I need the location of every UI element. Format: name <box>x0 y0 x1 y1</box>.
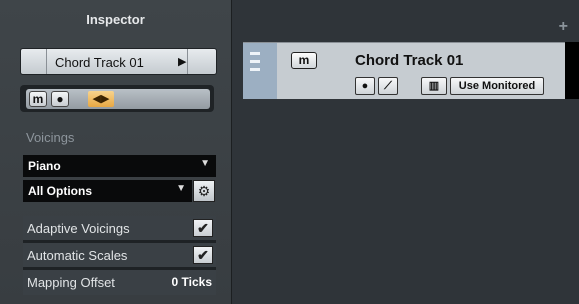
options-select-value: All Options <box>28 184 92 198</box>
voicing-select-value: Piano <box>28 159 61 173</box>
add-track-icon[interactable]: + <box>559 18 568 36</box>
record-button[interactable]: ● <box>51 91 69 107</box>
track-mute-button[interactable]: m <box>291 52 317 69</box>
mapping-offset-value[interactable]: 0 Ticks <box>172 275 212 289</box>
option-label: Adaptive Voicings <box>27 221 130 236</box>
option-adaptive-voicings[interactable]: Adaptive Voicings ✔ <box>23 216 216 240</box>
voicing-select[interactable]: Piano ▼ <box>23 155 216 177</box>
adaptive-voicings-checkbox[interactable]: ✔ <box>193 219 213 237</box>
option-label: Mapping Offset <box>27 275 115 290</box>
track-name: Chord Track 01 <box>355 52 464 69</box>
mute-button[interactable]: m <box>29 91 47 107</box>
gear-icon[interactable]: ⚙ <box>193 180 215 202</box>
caret-down-icon: ▼ <box>176 183 186 194</box>
header-left-segment[interactable] <box>21 49 47 74</box>
speaker-icon[interactable]: ◀▶ <box>88 91 114 107</box>
automatic-scales-checkbox[interactable]: ✔ <box>193 246 213 264</box>
voicings-section-label: Voicings <box>26 130 75 145</box>
track-color-strip[interactable]: ▬ ▬ ▬ <box>243 43 277 99</box>
track-name-label: Chord Track 01 <box>55 55 144 70</box>
track-controls-inner: m ● ◀▶ <box>26 89 210 109</box>
track-controls-row: m ● ◀▶ <box>20 85 214 112</box>
grip-icon[interactable]: ▬ ▬ ▬ <box>250 48 260 74</box>
track-end-bar <box>565 42 579 99</box>
auto-scroll-icon[interactable]: ⟋ <box>378 77 398 95</box>
option-automatic-scales[interactable]: Automatic Scales ✔ <box>23 243 216 267</box>
header-right-segment[interactable] <box>187 49 216 74</box>
option-label: Automatic Scales <box>27 248 128 263</box>
track-record-button[interactable]: ● <box>355 77 375 95</box>
options-select[interactable]: All Options ▼ <box>23 180 192 202</box>
option-mapping-offset[interactable]: Mapping Offset 0 Ticks <box>23 270 216 295</box>
use-monitored-button[interactable]: Use Monitored <box>450 77 544 95</box>
inspector-title: Inspector <box>86 12 145 27</box>
caret-down-icon: ▼ <box>200 158 210 169</box>
track-name-header[interactable]: Chord Track 01 ▶ <box>20 48 217 75</box>
inspector-panel: Inspector Chord Track 01 ▶ m ● ◀▶ Voicin… <box>0 0 232 304</box>
chevron-right-icon[interactable]: ▶ <box>178 55 186 68</box>
chord-track-row[interactable]: ▬ ▬ ▬ m Chord Track 01 ● ⟋ ▥ Use Monitored <box>243 42 579 99</box>
voicing-options-list: Adaptive Voicings ✔ Automatic Scales ✔ M… <box>23 216 216 295</box>
keyboard-icon[interactable]: ▥ <box>421 77 447 95</box>
